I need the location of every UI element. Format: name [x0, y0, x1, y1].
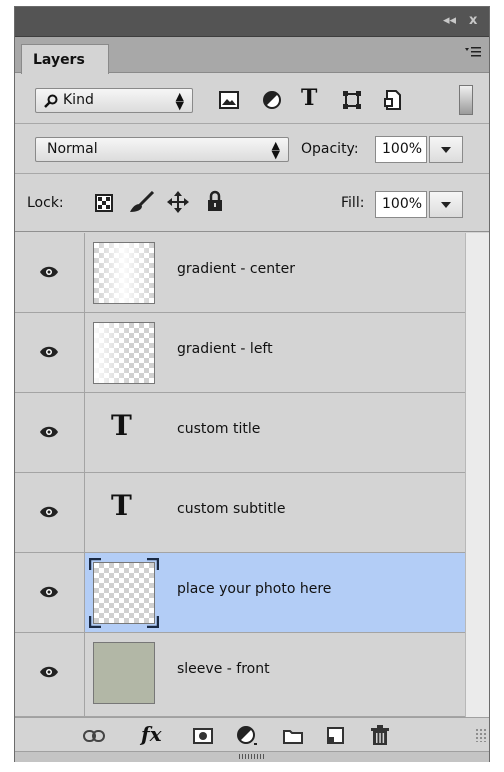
layer-name[interactable]: place your photo here — [177, 581, 331, 597]
fill-input[interactable]: 100% — [375, 191, 427, 218]
panel-bottom-grip[interactable] — [15, 751, 489, 762]
layer-thumbnail[interactable] — [93, 242, 155, 304]
layer-thumbnail[interactable] — [93, 322, 155, 384]
type-layer-icon[interactable]: T — [111, 409, 132, 442]
layer-name[interactable]: custom subtitle — [177, 501, 285, 517]
select-arrows-icon: ▲ ▼ — [175, 90, 184, 112]
collapse-panel-icon[interactable]: ◂◂ — [443, 13, 456, 28]
group-folder-icon[interactable] — [283, 728, 303, 744]
filter-kind-select[interactable]: Kind ▲ ▼ — [35, 88, 193, 113]
fill-dropdown-button[interactable] — [429, 191, 463, 218]
lock-row: Lock: Fill: 100% — [15, 174, 489, 232]
blend-row: Normal ▲ ▼ Opacity: 100% — [15, 124, 489, 174]
layer-name[interactable]: custom title — [177, 421, 260, 437]
adjustment-layer-icon[interactable] — [237, 726, 257, 746]
lock-label: Lock: — [27, 195, 64, 211]
visibility-cell[interactable] — [15, 233, 85, 312]
filter-kind-label: Kind — [63, 92, 94, 108]
layers-footer-toolbar: fx — [15, 717, 489, 751]
eye-icon[interactable] — [39, 505, 59, 519]
layer-thumbnail[interactable] — [93, 642, 155, 704]
blend-mode-select[interactable]: Normal ▲ ▼ — [35, 137, 289, 162]
tab-row: Layers — [15, 37, 489, 74]
layer-row[interactable]: gradient - left — [15, 313, 465, 393]
opacity-value: 100% — [382, 141, 423, 157]
grip-handle-icon[interactable] — [239, 754, 265, 759]
smart-object-filter-icon[interactable] — [383, 90, 401, 110]
filter-row: Kind ▲ ▼ T — [15, 74, 489, 124]
tab-layers-label: Layers — [33, 52, 85, 68]
link-layers-icon[interactable] — [83, 730, 105, 742]
layers-list: gradient - center gradient - left T cust… — [15, 233, 465, 717]
image-filter-icon[interactable] — [219, 91, 239, 109]
selection-corners-icon — [89, 558, 159, 628]
lock-transparent-icon[interactable] — [95, 194, 113, 212]
panel-titlebar: ◂◂ x — [15, 7, 489, 37]
visibility-cell[interactable] — [15, 473, 85, 552]
panel-menu-icon[interactable] — [465, 46, 481, 58]
layer-row[interactable]: sleeve - front — [15, 633, 465, 717]
eye-icon[interactable] — [39, 345, 59, 359]
layer-row[interactable]: T custom subtitle — [15, 473, 465, 553]
close-panel-button[interactable]: x — [469, 13, 477, 28]
layer-mask-icon[interactable] — [193, 728, 213, 744]
lock-all-icon[interactable] — [207, 190, 223, 212]
layer-name[interactable]: gradient - center — [177, 261, 295, 277]
opacity-dropdown-button[interactable] — [429, 136, 463, 163]
tab-layers[interactable]: Layers — [21, 44, 109, 74]
lock-position-icon[interactable] — [167, 191, 189, 213]
visibility-cell[interactable] — [15, 633, 85, 716]
visibility-cell[interactable] — [15, 553, 85, 632]
opacity-input[interactable]: 100% — [375, 136, 427, 163]
eye-icon[interactable] — [39, 265, 59, 279]
eye-icon[interactable] — [39, 665, 59, 679]
layer-name[interactable]: sleeve - front — [177, 661, 270, 677]
visibility-cell[interactable] — [15, 393, 85, 472]
type-layer-icon[interactable]: T — [111, 489, 132, 522]
new-layer-icon[interactable] — [327, 727, 345, 745]
layers-panel: ◂◂ x Layers Kind ▲ ▼ T Normal ▲ ▼ Opacit… — [14, 6, 490, 762]
blend-mode-label: Normal — [47, 141, 98, 157]
opacity-label: Opacity: — [301, 141, 359, 157]
fill-label: Fill: — [341, 195, 365, 211]
eye-icon[interactable] — [39, 585, 59, 599]
chevron-down-icon — [441, 202, 451, 208]
layer-row[interactable]: gradient - center — [15, 233, 465, 313]
shape-filter-icon[interactable] — [343, 91, 361, 109]
fill-value: 100% — [382, 196, 423, 212]
search-icon — [44, 94, 58, 108]
lock-image-pixels-icon[interactable] — [129, 191, 155, 213]
trash-icon[interactable] — [371, 725, 389, 745]
layer-row[interactable]: T custom title — [15, 393, 465, 473]
eye-icon[interactable] — [39, 425, 59, 439]
visibility-cell[interactable] — [15, 313, 85, 392]
filter-toggle-switch[interactable] — [459, 85, 473, 115]
select-arrows-icon: ▲ ▼ — [271, 139, 280, 161]
fx-icon[interactable]: fx — [141, 722, 162, 746]
chevron-down-icon — [441, 147, 451, 153]
resize-grip-icon[interactable] — [475, 728, 487, 742]
layer-row-selected[interactable]: place your photo here — [15, 553, 465, 633]
type-filter-icon[interactable]: T — [301, 85, 317, 111]
layer-name[interactable]: gradient - left — [177, 341, 273, 357]
layers-scrollbar[interactable] — [465, 233, 489, 717]
adjustment-filter-icon[interactable] — [263, 91, 281, 109]
